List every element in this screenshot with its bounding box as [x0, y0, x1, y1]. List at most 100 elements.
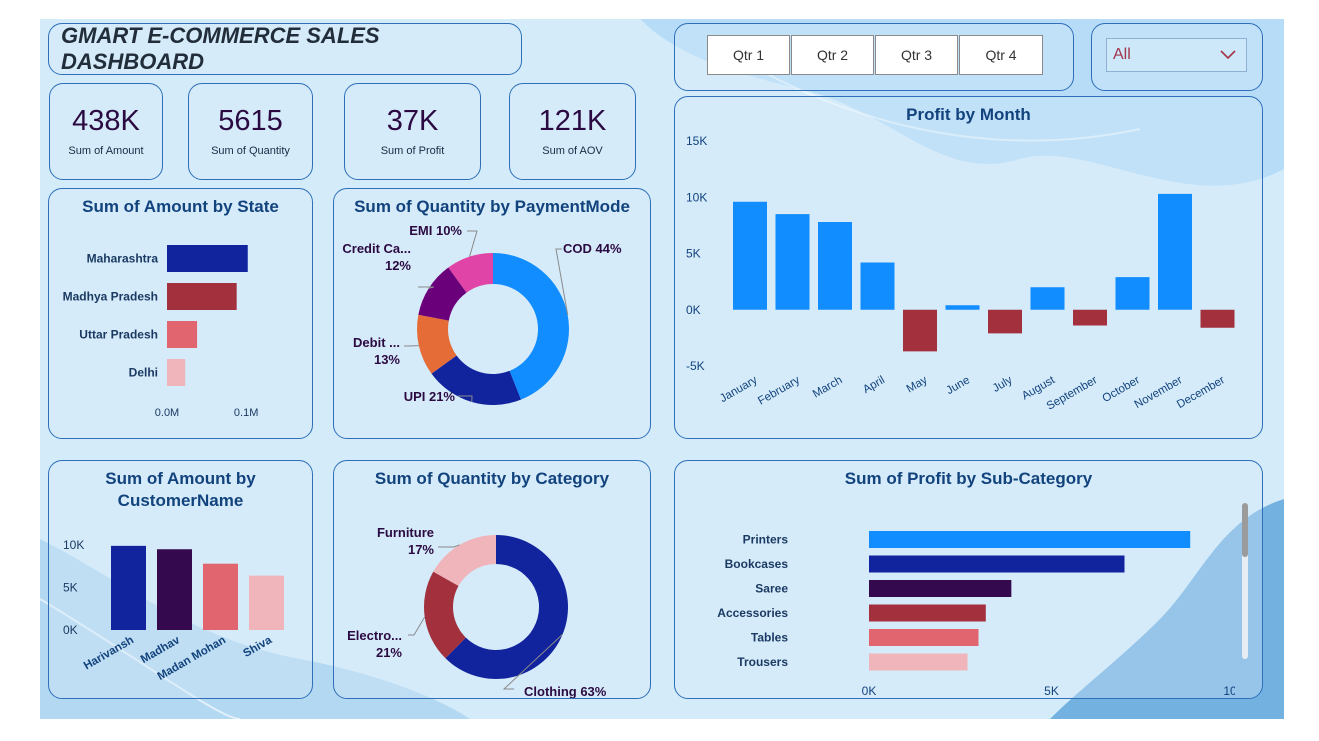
chart-title: Sum of Quantity by PaymentMode: [354, 197, 630, 216]
slicer-qtr1-button[interactable]: Qtr 1: [707, 35, 790, 75]
kpi-value: 5615: [218, 104, 283, 137]
quantity-by-payment-chart: COD 44% UPI 21% Debit ... 13% Credit Ca... 12…: [342, 223, 622, 405]
category-label: Saree: [755, 582, 788, 596]
bar: [860, 262, 895, 310]
kpi-value: 37K: [386, 104, 439, 137]
category-label: Printers: [743, 533, 789, 547]
slice-label: COD 44%: [563, 241, 622, 256]
bar: [945, 305, 980, 310]
leader-line: [408, 616, 426, 636]
tick-label: 0.1M: [234, 407, 258, 419]
tick-label: 5K: [1044, 684, 1059, 695]
bar: [1158, 193, 1192, 310]
chevron-down-icon: [1220, 50, 1236, 60]
category-label: Uttar Pradesh: [79, 328, 158, 342]
kpi-card-aov: 121K Sum of AOV: [509, 83, 636, 180]
slice-label: EMI 10%: [409, 223, 462, 238]
bar: [167, 321, 198, 348]
bar: [167, 245, 248, 272]
category-label: June: [944, 374, 972, 397]
chart-title: Sum of Profit by Sub-Category: [844, 469, 1093, 488]
slice-label: 17%: [408, 542, 434, 557]
category-label: Trousers: [737, 655, 788, 669]
slice-label: 12%: [385, 258, 411, 273]
kpi-label: Sum of Quantity: [211, 145, 290, 158]
tick-label: 10K: [686, 190, 707, 204]
slice-label: Debit ...: [353, 335, 400, 350]
category-label: January: [718, 374, 760, 405]
dashboard-title-card: GMART E-COMMERCE SALES DASHBOARD: [48, 23, 522, 75]
filter-dropdown[interactable]: All: [1106, 38, 1247, 72]
profit-by-subcategory-card: Sum of Profit by Sub-Category Printers Bo…: [674, 460, 1263, 699]
kpi-label: Sum of Profit: [380, 145, 445, 158]
bar: [1200, 309, 1235, 328]
slice-label: Clothing 63%: [524, 684, 607, 698]
amount-by-state-card: Sum of Amount by State Maharashtra Madhya…: [48, 188, 313, 439]
subcategory-scrollbar[interactable]: [1242, 503, 1248, 659]
chart-title: Sum of Quantity by Category: [374, 469, 610, 488]
amount-by-customer-chart: 0K5K10KHarivansh MadhavMadan Mohan Shiva: [63, 538, 284, 683]
slicer-qtr4-button[interactable]: Qtr 4: [959, 35, 1043, 75]
category-label: February: [756, 374, 802, 408]
kpi-card-profit: 37K Sum of Profit: [344, 83, 481, 180]
slicer-qtr2-button[interactable]: Qtr 2: [791, 35, 874, 75]
slicer-qtr3-button[interactable]: Qtr 3: [875, 35, 958, 75]
dashboard-canvas: GMART E-COMMERCE SALES DASHBOARD Qtr 1 Q…: [40, 19, 1284, 719]
dropdown-value: All: [1113, 46, 1131, 63]
bar: [869, 629, 979, 646]
tick-label: 15K: [686, 134, 707, 148]
bar: [733, 201, 767, 310]
kpi-card-amount: 438K Sum of Amount: [49, 83, 163, 180]
bar: [1030, 287, 1065, 310]
bar: [988, 309, 1022, 334]
bar: [818, 222, 852, 310]
quantity-by-category-card: Sum of Quantity by Category Clothing 63%…: [333, 460, 651, 699]
kpi-label: Sum of AOV: [542, 145, 603, 158]
tick-label: 10K: [1223, 684, 1235, 695]
kpi-value: 438K: [72, 104, 140, 137]
category-label: Bookcases: [725, 557, 789, 571]
category-label: May: [905, 374, 930, 395]
bar: [869, 580, 1012, 597]
leader-line: [467, 230, 478, 257]
profit-by-month-chart: -5K 0K 5K 10K 15K JanuaryFebruary March April Ma…: [686, 134, 1235, 413]
chart-title: Sum of Amount by State: [82, 197, 279, 216]
tick-label: 0K: [686, 303, 701, 317]
bar: [111, 545, 146, 630]
leader-line: [438, 544, 460, 548]
tick-label: 0K: [862, 684, 877, 695]
slice-label: 13%: [374, 352, 400, 367]
category-label: Maharashtra: [87, 252, 159, 266]
category-label: December: [1175, 374, 1227, 411]
slice-label: Furniture: [377, 525, 434, 540]
bar: [869, 653, 968, 671]
category-label: Tables: [751, 631, 788, 645]
category-label: Madhya Pradesh: [63, 290, 158, 304]
bar: [869, 555, 1125, 573]
bar: [869, 531, 1191, 548]
bar: [1073, 309, 1107, 326]
bar: [775, 214, 810, 310]
chart-title: Sum of Amount by CustomerName: [105, 469, 256, 510]
tick-label: 5K: [686, 247, 701, 261]
amount-by-state-chart: Maharashtra Madhya Pradesh Uttar Pradesh De…: [63, 245, 258, 419]
bar: [167, 359, 186, 386]
chart-title: Profit by Month: [906, 105, 1031, 124]
amount-by-customer-card: Sum of Amount by CustomerName 0K 5K 10K Har…: [48, 460, 313, 699]
category-label: April: [861, 374, 887, 396]
kpi-card-quantity: 5615 Sum of Quantity: [188, 83, 313, 180]
bar: [1115, 277, 1150, 310]
scrollbar-thumb[interactable]: [1242, 503, 1248, 557]
category-label: Shiva: [241, 634, 274, 660]
tick-label: 0.0M: [155, 407, 179, 419]
quantity-by-payment-card: Sum of Quantity by PaymentMode COD 44% UP…: [333, 188, 651, 439]
bar: [869, 604, 986, 622]
quantity-by-category-chart: Clothing 63% Electro... 21% Furniture 17%: [347, 525, 607, 698]
tick-label: 10K: [63, 538, 84, 552]
slice-label: Credit Ca...: [342, 241, 411, 256]
dashboard-title: GMART E-COMMERCE SALES DASHBOARD: [61, 23, 380, 74]
bar: [157, 549, 192, 630]
tick-label: -5K: [686, 359, 705, 373]
bar: [203, 563, 238, 630]
kpi-label: Sum of Amount: [68, 145, 144, 158]
